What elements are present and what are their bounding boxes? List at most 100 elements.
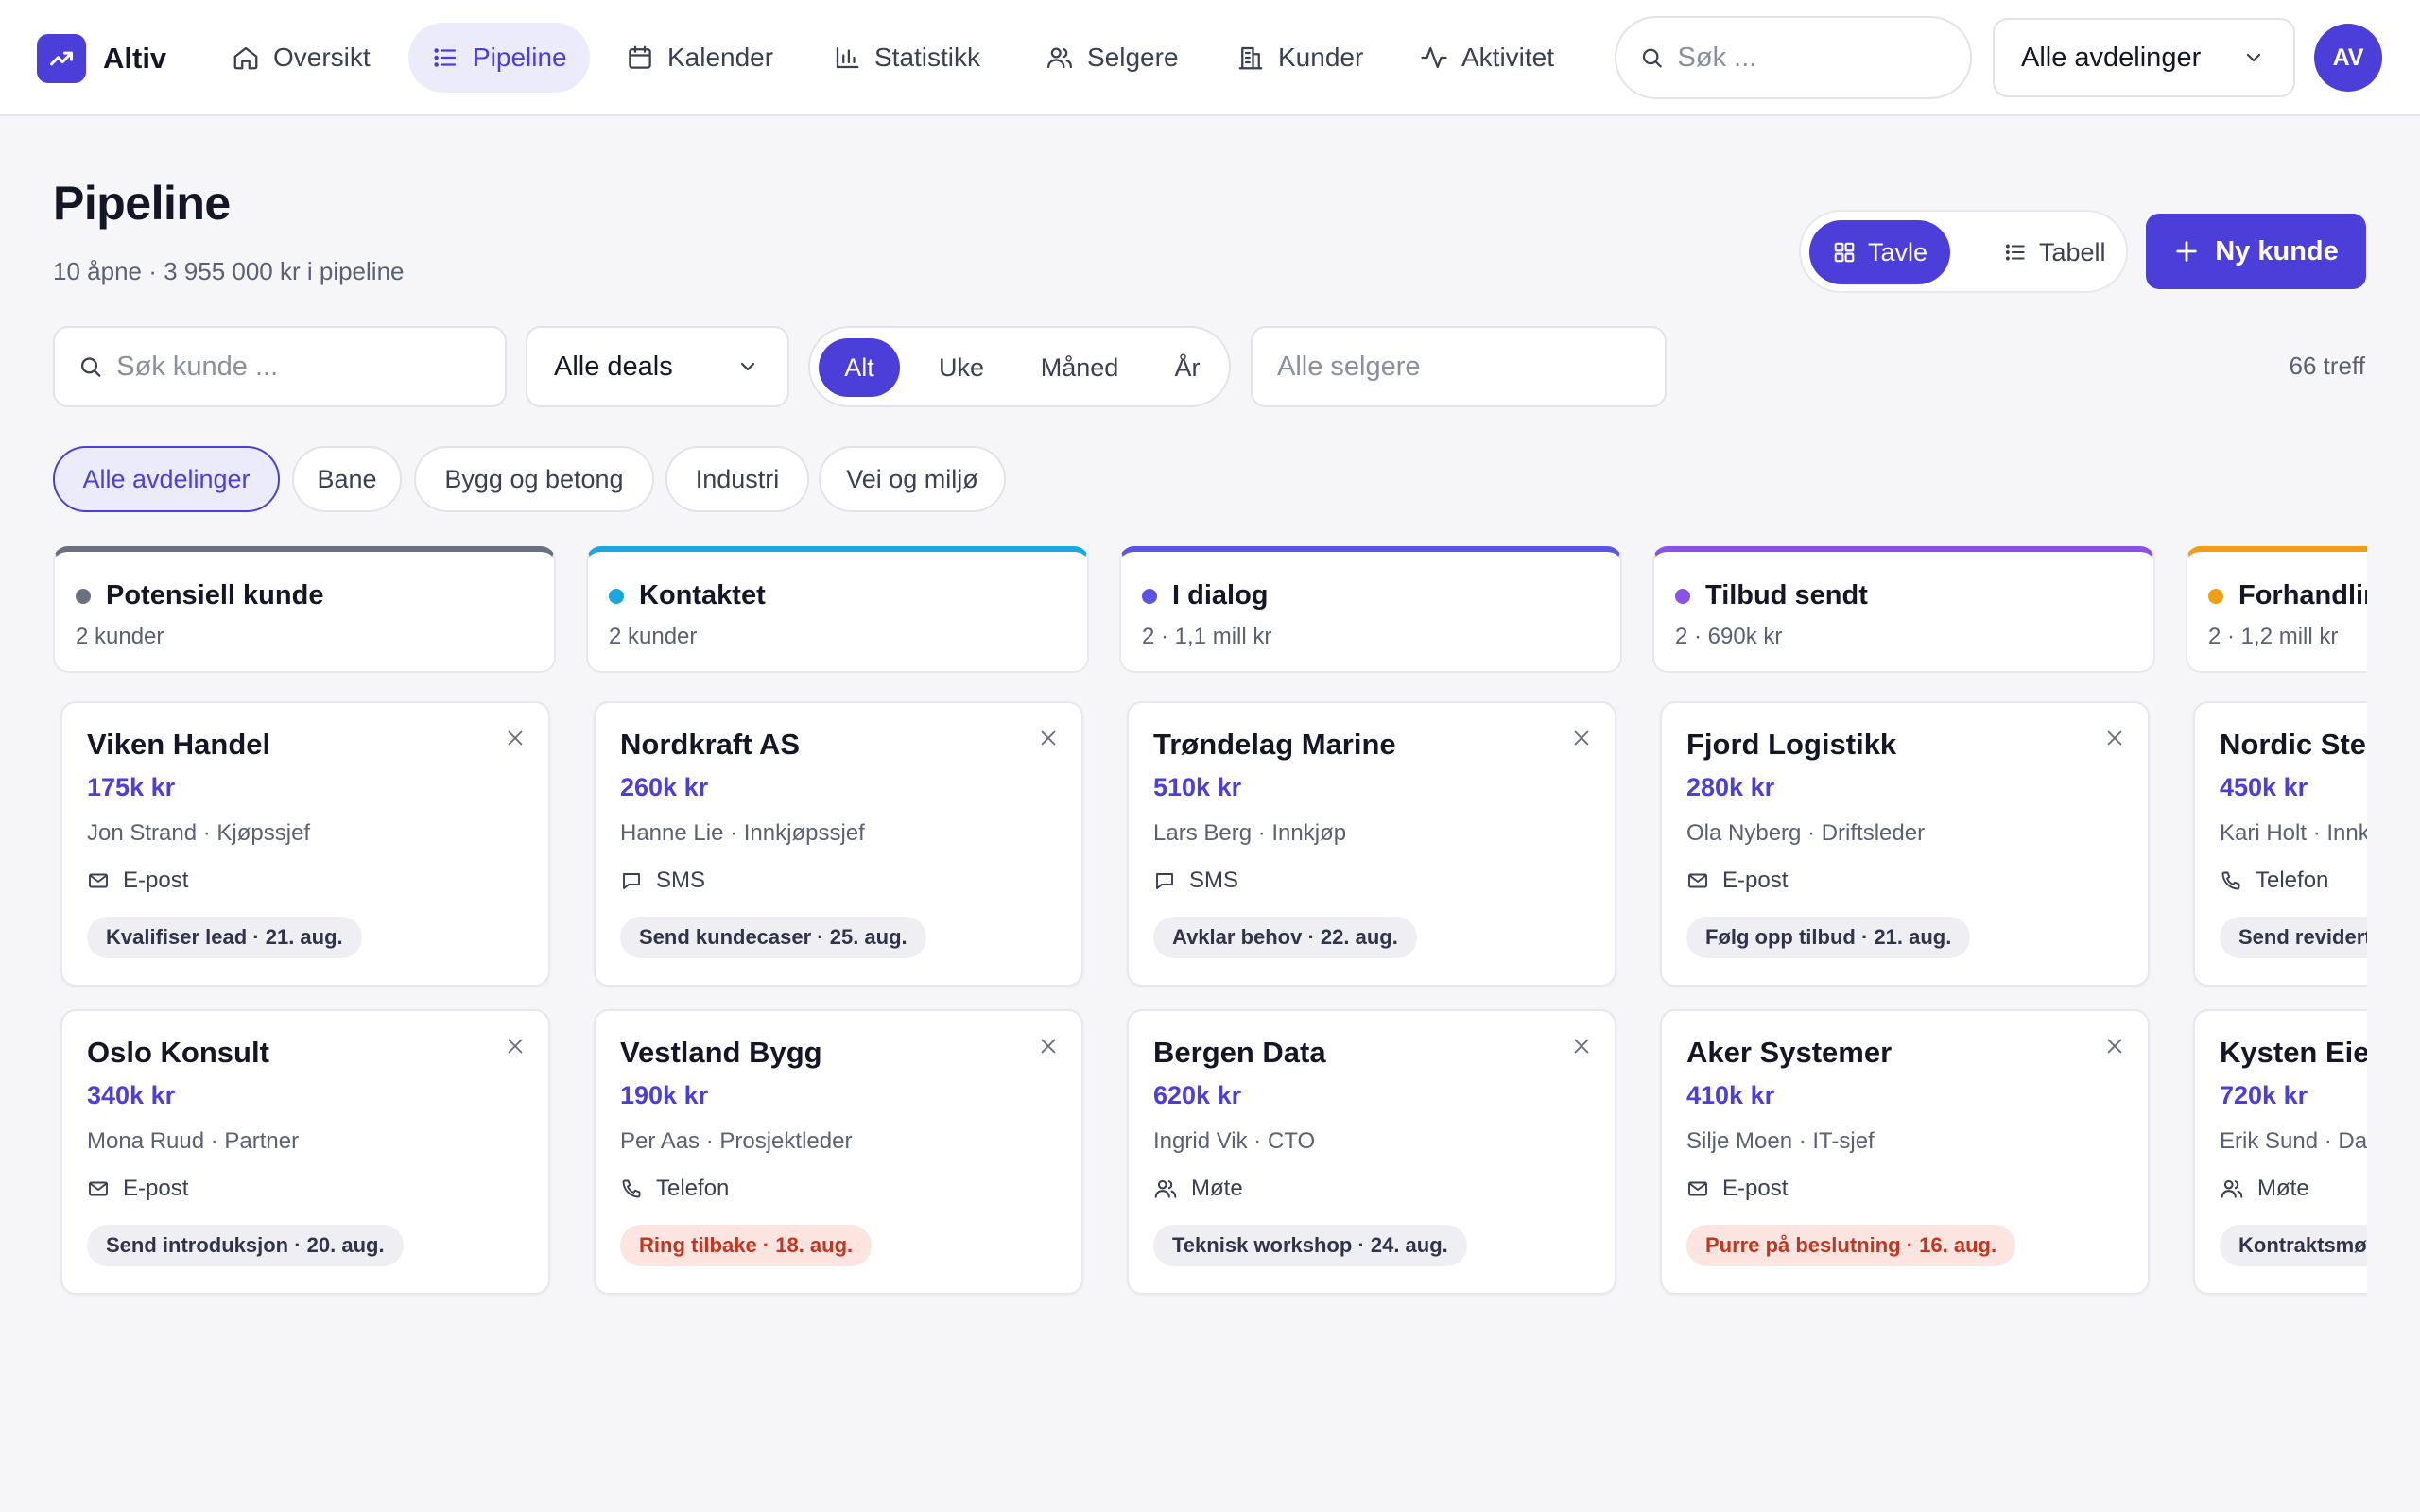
- stage-dot: [1142, 588, 1157, 604]
- contact-person: Silje Moen · IT-sjef: [1686, 1128, 1875, 1154]
- next-task-badge-overdue[interactable]: Purre på beslutning · 16. aug.: [1686, 1225, 2016, 1266]
- trend-up-icon: [37, 34, 86, 83]
- customer-search-input[interactable]: [116, 351, 505, 383]
- contact-person: Per Aas · Prosjektleder: [620, 1128, 853, 1154]
- list-icon: [434, 48, 457, 67]
- nav-statistikk[interactable]: Statistikk: [810, 23, 1003, 93]
- close-icon[interactable]: [2104, 1036, 2125, 1057]
- column-title: Kontaktet: [639, 580, 766, 610]
- next-task-badge[interactable]: Send revidert tilbud: [2220, 917, 2367, 958]
- mail-icon: [1688, 1181, 1707, 1196]
- customer-name: Bergen Data: [1153, 1036, 1326, 1069]
- column-summary: 2 · 690k kr: [1675, 624, 1783, 649]
- global-search[interactable]: [1615, 16, 1972, 99]
- dept-chip-bygg[interactable]: Bygg og betong: [414, 446, 654, 512]
- next-task-badge[interactable]: Send kundecaser · 25. aug.: [620, 917, 926, 958]
- channel-label: SMS: [656, 868, 706, 893]
- deal-card[interactable]: Fjord Logistikk 280k kr Ola Nyberg · Dri…: [1660, 701, 2150, 987]
- close-icon[interactable]: [1038, 1036, 1059, 1057]
- grid-icon: [1834, 242, 1855, 263]
- mail-icon: [89, 873, 108, 888]
- close-icon[interactable]: [505, 1036, 526, 1057]
- contact-channel: Møte: [2220, 1176, 2309, 1202]
- plus-icon: [2176, 241, 2197, 262]
- deal-amount: 280k kr: [1686, 773, 1775, 801]
- view-table-button[interactable]: Tabell: [1980, 220, 2129, 284]
- next-task-badge-overdue[interactable]: Ring tilbake · 18. aug.: [620, 1225, 873, 1266]
- close-icon[interactable]: [2104, 728, 2125, 748]
- deal-card[interactable]: Aker Systemer 410k kr Silje Moen · IT-sj…: [1660, 1009, 2150, 1295]
- deal-card[interactable]: Oslo Konsult 340k kr Mona Ruud · Partner…: [60, 1009, 550, 1295]
- dept-chip-bane[interactable]: Bane: [292, 446, 402, 512]
- nav-label: Kalender: [667, 43, 774, 72]
- message-icon: [623, 873, 640, 889]
- customer-name: Nordic Steel: [2220, 728, 2367, 761]
- period-filter: Alt Uke Måned År: [808, 326, 1231, 407]
- view-table-label: Tabell: [2039, 237, 2106, 266]
- contact-person: Lars Berg · Innkjøp: [1153, 820, 1347, 846]
- search-icon: [1642, 48, 1662, 68]
- deal-card[interactable]: Bergen Data 620k kr Ingrid Vik · CTO Møt…: [1127, 1009, 1616, 1295]
- deal-amount: 190k kr: [620, 1081, 709, 1109]
- dept-chip-alle[interactable]: Alle avdelinger: [53, 446, 280, 512]
- next-task-badge[interactable]: Følg opp tilbud · 21. aug.: [1686, 917, 1971, 958]
- department-select[interactable]: Alle avdelinger: [1993, 18, 2295, 97]
- close-icon[interactable]: [1038, 728, 1059, 748]
- customer-name: Trøndelag Marine: [1153, 728, 1396, 761]
- next-task-badge[interactable]: Avklar behov · 22. aug.: [1153, 917, 1417, 958]
- view-board-button[interactable]: Tavle: [1809, 220, 1951, 284]
- pipeline-board: Potensiell kunde 2 kunder Viken Handel 1…: [53, 546, 2367, 1321]
- contact-person: Erik Sund · Daglig leder: [2220, 1128, 2367, 1154]
- period-uke[interactable]: Uke: [916, 338, 1007, 397]
- close-icon[interactable]: [1571, 1036, 1592, 1057]
- nav-kalender[interactable]: Kalender: [603, 23, 796, 93]
- close-icon[interactable]: [505, 728, 526, 748]
- customer-search[interactable]: [53, 326, 507, 407]
- nav-aktivitet[interactable]: Aktivitet: [1397, 23, 1577, 93]
- next-task-badge[interactable]: Kontraktsmøte: [2220, 1225, 2367, 1266]
- column-title: I dialog: [1172, 580, 1269, 610]
- period-alt[interactable]: Alt: [819, 338, 900, 397]
- home-icon: [233, 46, 258, 70]
- next-task-badge[interactable]: Teknisk workshop · 24. aug.: [1153, 1225, 1467, 1266]
- deal-card[interactable]: Nordic Steel 450k kr Kari Holt · Innkjøp…: [2193, 701, 2367, 987]
- seller-filter-input[interactable]: [1277, 351, 1665, 383]
- column-title: Forhandling: [2238, 580, 2367, 610]
- next-task-badge[interactable]: Send introduksjon · 20. aug.: [87, 1225, 404, 1266]
- customer-name: Viken Handel: [87, 728, 271, 761]
- user-avatar[interactable]: AV: [2314, 24, 2382, 92]
- activity-icon: [1421, 46, 1447, 69]
- users-icon: [1047, 47, 1072, 69]
- app-logo[interactable]: Altiv: [37, 34, 166, 83]
- column-summary: 2 · 1,2 mill kr: [2208, 624, 2339, 649]
- deal-card[interactable]: Kysten Eiendom 720k kr Erik Sund · Dagli…: [2193, 1009, 2367, 1295]
- column-i-dialog: I dialog 2 · 1,1 mill kr: [1119, 546, 1622, 673]
- people-icon: [2221, 1179, 2243, 1198]
- contact-person: Kari Holt · Innkjøp: [2220, 820, 2367, 846]
- contact-channel: E-post: [87, 868, 188, 894]
- nav-pipeline[interactable]: Pipeline: [408, 23, 590, 93]
- nav-selgere[interactable]: Selgere: [1023, 23, 1201, 93]
- page-subtitle: 10 åpne · 3 955 000 kr i pipeline: [53, 257, 405, 285]
- deal-card[interactable]: Viken Handel 175k kr Jon Strand · Kjøpss…: [60, 701, 550, 987]
- deal-card[interactable]: Trøndelag Marine 510k kr Lars Berg · Inn…: [1127, 701, 1616, 987]
- period-ar[interactable]: År: [1152, 338, 1222, 397]
- column-tilbud-sendt: Tilbud sendt 2 · 690k kr: [1652, 546, 2155, 673]
- seller-filter[interactable]: [1251, 326, 1667, 407]
- deal-amount: 340k kr: [87, 1081, 176, 1109]
- new-customer-button[interactable]: Ny kunde: [2146, 214, 2366, 289]
- next-task-badge[interactable]: Kvalifiser lead · 21. aug.: [87, 917, 362, 958]
- customer-name: Vestland Bygg: [620, 1036, 822, 1069]
- deal-card[interactable]: Vestland Bygg 190k kr Per Aas · Prosjekt…: [594, 1009, 1083, 1295]
- global-search-input[interactable]: [1677, 42, 1970, 74]
- nav-oversikt[interactable]: Oversikt: [209, 23, 393, 93]
- nav-kunder[interactable]: Kunder: [1214, 23, 1386, 93]
- deals-select[interactable]: Alle deals: [526, 326, 789, 407]
- column-summary: 2 · 1,1 mill kr: [1142, 624, 1272, 649]
- close-icon[interactable]: [1571, 728, 1592, 748]
- period-maned[interactable]: Måned: [1020, 338, 1139, 397]
- dept-chip-industri[interactable]: Industri: [666, 446, 809, 512]
- dept-chip-vei[interactable]: Vei og miljø: [819, 446, 1006, 512]
- deal-card[interactable]: Nordkraft AS 260k kr Hanne Lie · Innkjøp…: [594, 701, 1083, 987]
- channel-label: E-post: [1722, 868, 1789, 893]
